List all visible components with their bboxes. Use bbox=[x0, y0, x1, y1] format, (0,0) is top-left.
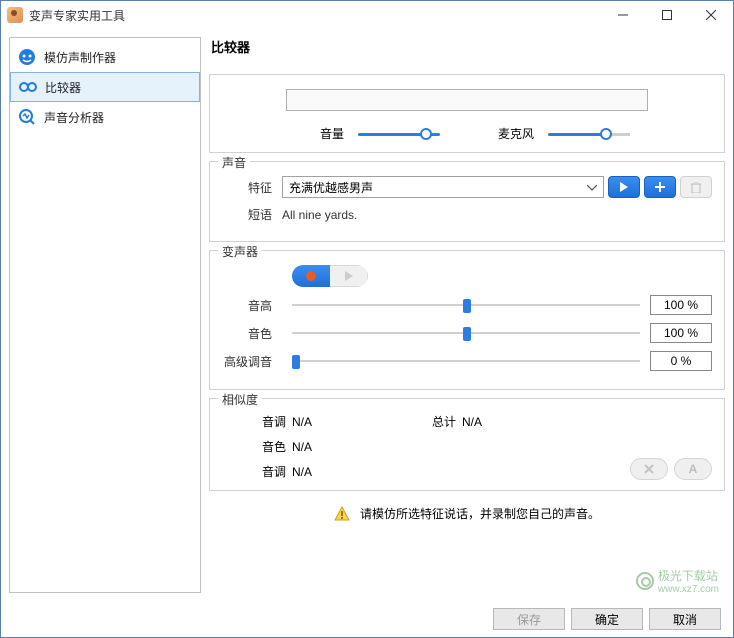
main-panel: 比较器 音量 麦克风 声音 特征 bbox=[209, 37, 725, 593]
sidebar-item-label: 模仿声制作器 bbox=[44, 49, 116, 66]
phrase-value: All nine yards. bbox=[282, 208, 357, 222]
record-button[interactable] bbox=[292, 265, 330, 287]
sidebar-item-label: 比较器 bbox=[45, 79, 81, 96]
sim-pitch-value: N/A bbox=[292, 415, 352, 429]
sim-timbre-label: 音色 bbox=[242, 438, 292, 455]
feature-value: 充满优越感男声 bbox=[289, 179, 373, 196]
minimize-button[interactable] bbox=[601, 1, 645, 29]
analyzer-icon bbox=[18, 108, 36, 126]
sidebar-item-parody-maker[interactable]: 模仿声制作器 bbox=[10, 42, 200, 72]
sim-timbre-value: N/A bbox=[292, 440, 352, 454]
record-icon bbox=[306, 271, 316, 281]
face-icon bbox=[18, 48, 36, 66]
changer-legend: 变声器 bbox=[218, 243, 262, 260]
mic-slider[interactable] bbox=[548, 127, 630, 141]
app-icon bbox=[7, 7, 23, 23]
page-title: 比较器 bbox=[211, 37, 725, 56]
volume-label: 音量 bbox=[320, 125, 344, 142]
mic-label: 麦克风 bbox=[498, 125, 534, 142]
play-feature-button[interactable] bbox=[608, 176, 640, 198]
sim-tone-value: N/A bbox=[292, 465, 352, 479]
hint-text: 请模仿所选特征说话，并录制您自己的声音。 bbox=[360, 505, 600, 522]
similarity-section: 相似度 音调 N/A 总计 N/A A 音色 N/A 音调 bbox=[209, 398, 725, 491]
compare-button[interactable] bbox=[630, 458, 668, 480]
changer-section: 变声器 音高 100 % 音色 1 bbox=[209, 250, 725, 390]
sidebar-item-label: 声音分析器 bbox=[44, 109, 104, 126]
auto-button[interactable]: A bbox=[674, 458, 712, 480]
advtune-value[interactable]: 0 % bbox=[650, 351, 712, 371]
timbre-slider[interactable] bbox=[292, 324, 640, 342]
footer: 保存 确定 取消 bbox=[1, 601, 733, 637]
timbre-label: 音色 bbox=[222, 325, 282, 342]
feature-label: 特征 bbox=[222, 179, 282, 196]
maximize-button[interactable] bbox=[645, 1, 689, 29]
advtune-slider[interactable] bbox=[292, 352, 640, 370]
similarity-legend: 相似度 bbox=[218, 391, 262, 408]
sim-total-value: N/A bbox=[462, 415, 522, 429]
pitch-slider[interactable] bbox=[292, 296, 640, 314]
timbre-value[interactable]: 100 % bbox=[650, 323, 712, 343]
window-title: 变声专家实用工具 bbox=[29, 7, 601, 24]
add-feature-button[interactable] bbox=[644, 176, 676, 198]
sidebar: 模仿声制作器 比较器 声音分析器 bbox=[9, 37, 201, 593]
play-recording-button[interactable] bbox=[330, 265, 368, 287]
feature-dropdown[interactable]: 充满优越感男声 bbox=[282, 176, 604, 198]
volume-slider[interactable] bbox=[358, 127, 440, 141]
cancel-button[interactable]: 取消 bbox=[649, 608, 721, 630]
advtune-label: 高级调音 bbox=[222, 353, 282, 370]
close-button[interactable] bbox=[689, 1, 733, 29]
pitch-label: 音高 bbox=[222, 297, 282, 314]
chevron-down-icon bbox=[587, 180, 597, 194]
playback-section: 音量 麦克风 bbox=[209, 74, 725, 153]
pitch-value[interactable]: 100 % bbox=[650, 295, 712, 315]
progress-bar[interactable] bbox=[286, 89, 648, 111]
sidebar-item-analyzer[interactable]: 声音分析器 bbox=[10, 102, 200, 132]
app-window: 变声专家实用工具 模仿声制作器 bbox=[0, 0, 734, 638]
sim-total-label: 总计 bbox=[352, 413, 462, 430]
warning-icon bbox=[334, 506, 350, 522]
sound-legend: 声音 bbox=[218, 154, 250, 171]
sidebar-item-comparator[interactable]: 比较器 bbox=[10, 72, 200, 102]
phrase-label: 短语 bbox=[222, 206, 282, 223]
ok-button[interactable]: 确定 bbox=[571, 608, 643, 630]
save-button[interactable]: 保存 bbox=[493, 608, 565, 630]
sim-pitch-label: 音调 bbox=[242, 413, 292, 430]
titlebar: 变声专家实用工具 bbox=[1, 1, 733, 29]
delete-feature-button[interactable] bbox=[680, 176, 712, 198]
sound-section: 声音 特征 充满优越感男声 bbox=[209, 161, 725, 242]
sim-tone-label: 音调 bbox=[242, 463, 292, 480]
compare-icon bbox=[19, 78, 37, 96]
